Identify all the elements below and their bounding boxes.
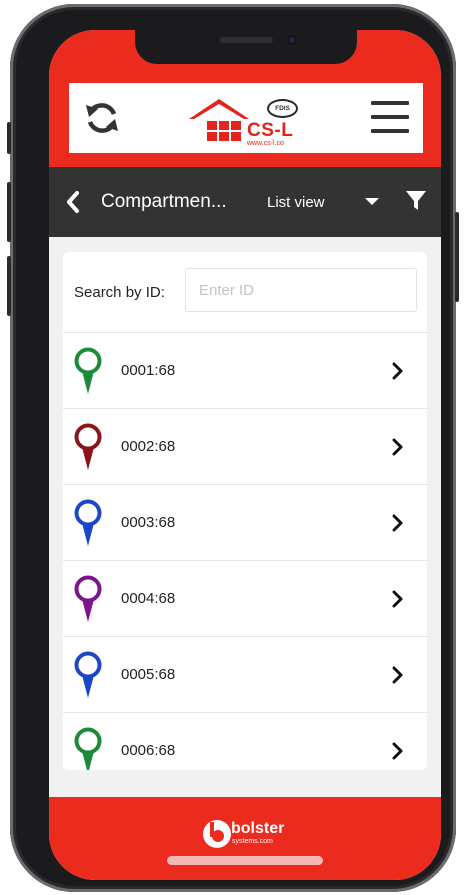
compartment-list-card: Search by ID: 0001:68 0002:68 <box>63 252 427 770</box>
map-pin-icon <box>74 727 102 770</box>
app-footer: bolster systems.com <box>49 797 441 880</box>
logo-text: CS-L <box>247 120 294 141</box>
item-id: 0006:68 <box>121 742 176 759</box>
chevron-right-icon[interactable] <box>391 590 403 608</box>
view-mode-select[interactable]: List view <box>267 194 325 211</box>
bolster-domain: systems.com <box>232 838 273 845</box>
back-chevron-icon[interactable] <box>65 189 81 215</box>
item-id: 0002:68 <box>121 438 176 455</box>
chevron-right-icon[interactable] <box>391 362 403 380</box>
volume-up-button <box>7 182 11 242</box>
refresh-icon[interactable] <box>83 99 121 137</box>
mute-switch <box>7 122 11 154</box>
list-item[interactable]: 0001:68 <box>63 333 427 409</box>
power-button <box>455 212 459 302</box>
list-item[interactable]: 0002:68 <box>63 409 427 485</box>
menu-bar <box>371 115 409 119</box>
bolster-brand: bolster <box>231 820 285 837</box>
search-input[interactable] <box>185 268 417 312</box>
map-pin-icon <box>74 651 102 698</box>
menu-bar <box>371 129 409 133</box>
list-item[interactable]: 0004:68 <box>63 561 427 637</box>
map-pin-icon <box>74 347 102 394</box>
caret-down-icon[interactable] <box>365 198 379 205</box>
chevron-right-icon[interactable] <box>391 742 403 760</box>
logo-panel: FDIS CS-L www.cs-l.co <box>69 83 423 153</box>
front-camera <box>287 35 297 45</box>
map-pin-icon <box>74 423 102 470</box>
speaker-grille <box>219 37 273 43</box>
search-row: Search by ID: <box>63 252 427 333</box>
volume-down-button <box>7 256 11 316</box>
search-label: Search by ID: <box>74 284 165 301</box>
map-pin-icon <box>74 575 102 622</box>
map-pin-icon <box>74 499 102 546</box>
sub-navbar: Compartmen... List view <box>49 167 441 237</box>
app-screen: FDIS CS-L www.cs-l.co Compartmen... List… <box>49 30 441 880</box>
phone-frame: FDIS CS-L www.cs-l.co Compartmen... List… <box>7 4 459 892</box>
item-id: 0003:68 <box>121 514 176 531</box>
filter-icon[interactable] <box>406 191 426 211</box>
item-id: 0004:68 <box>121 590 176 607</box>
chevron-right-icon[interactable] <box>391 514 403 532</box>
chevron-right-icon[interactable] <box>391 666 403 684</box>
list-item[interactable]: 0005:68 <box>63 637 427 713</box>
page-title: Compartmen... <box>101 191 227 212</box>
logo-url: www.cs-l.co <box>247 140 284 147</box>
list-item[interactable]: 0003:68 <box>63 485 427 561</box>
fdis-badge: FDIS <box>267 99 298 118</box>
item-id: 0001:68 <box>121 362 176 379</box>
list-item[interactable]: 0006:68 <box>63 713 427 770</box>
item-id: 0005:68 <box>121 666 176 683</box>
home-indicator[interactable] <box>167 856 323 865</box>
hamburger-menu-icon[interactable] <box>371 101 409 135</box>
chevron-right-icon[interactable] <box>391 438 403 456</box>
notch <box>135 30 357 64</box>
menu-bar <box>371 101 409 105</box>
